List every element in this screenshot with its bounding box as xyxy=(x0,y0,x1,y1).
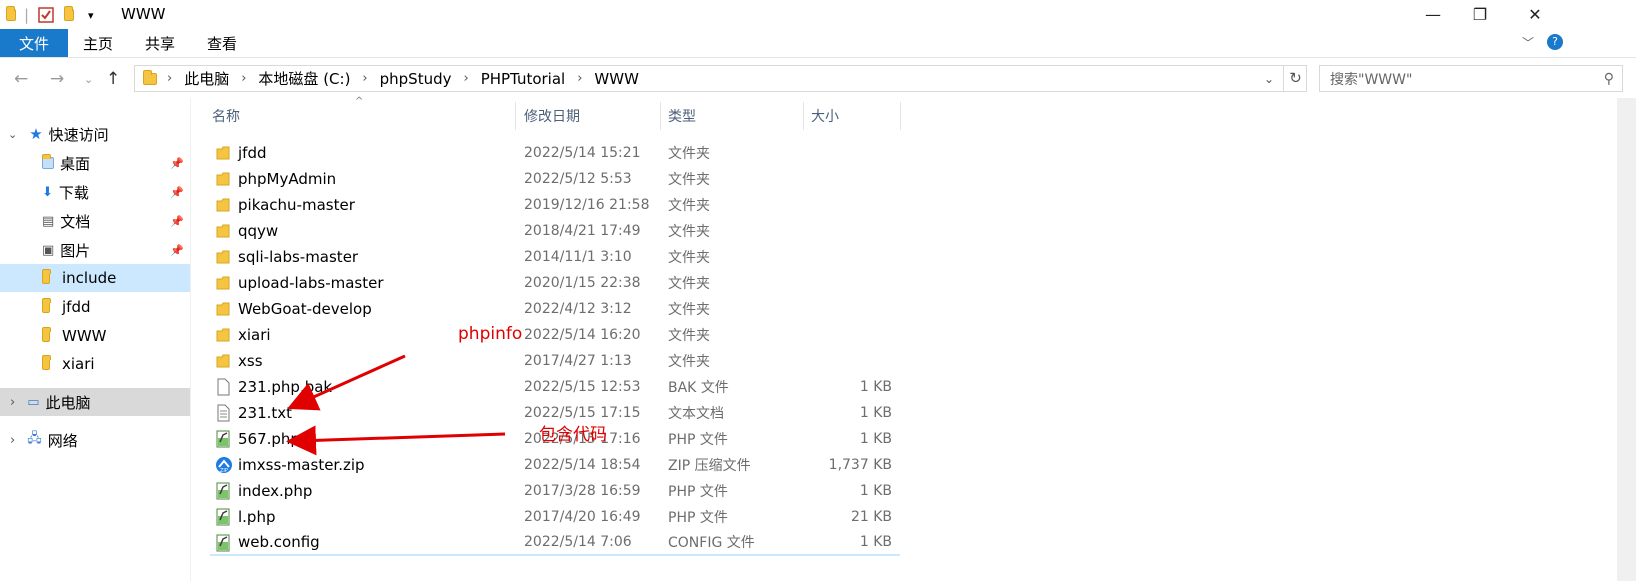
annotation-arrow-include xyxy=(286,425,506,456)
vertical-scrollbar[interactable] xyxy=(1617,98,1636,581)
annotation-layer xyxy=(286,354,506,456)
annotation-arrow-phpinfo xyxy=(287,354,406,411)
annotation-phpinfo: phpinfo xyxy=(458,324,523,344)
annotation-include-code: 包含代码 xyxy=(539,425,607,445)
